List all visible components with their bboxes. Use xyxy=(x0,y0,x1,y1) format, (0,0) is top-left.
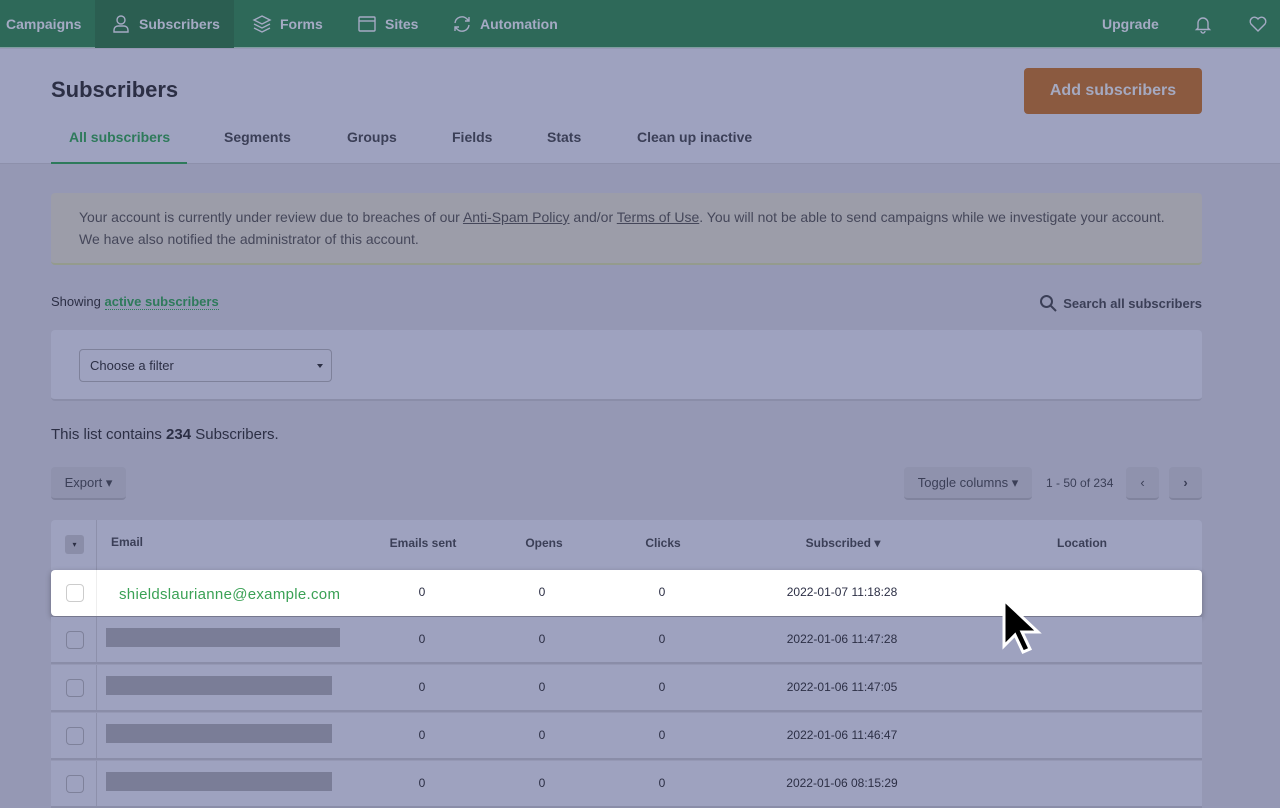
row-checkbox[interactable] xyxy=(66,679,84,697)
clicks-cell: 0 xyxy=(659,632,666,646)
emails-sent-cell: 0 xyxy=(419,632,426,646)
toggle-columns-button[interactable]: Toggle columns ▾ xyxy=(904,467,1032,500)
nav-campaigns[interactable]: Campaigns xyxy=(0,0,87,48)
anti-spam-policy-link[interactable]: Anti-Spam Policy xyxy=(463,209,570,225)
favorites-button[interactable] xyxy=(1242,0,1274,48)
refresh-icon xyxy=(452,14,472,34)
nav-automation[interactable]: Automation xyxy=(446,0,564,48)
col-subscribed[interactable]: Subscribed ▾ xyxy=(806,536,881,550)
subscribed-cell: 2022-01-06 11:46:47 xyxy=(787,728,898,742)
col-opens[interactable]: Opens xyxy=(525,536,562,550)
redacted-email xyxy=(106,676,332,695)
divider xyxy=(96,713,97,758)
row-checkbox[interactable] xyxy=(66,727,84,745)
tab-all-subscribers[interactable]: All subscribers xyxy=(69,129,170,145)
table-row[interactable]: 0 0 0 2022-01-06 08:15:29 xyxy=(51,761,1202,808)
tab-segments[interactable]: Segments xyxy=(224,129,291,145)
emails-sent-cell: 0 xyxy=(419,585,426,599)
opens-cell: 0 xyxy=(539,585,546,599)
user-icon xyxy=(111,14,131,34)
add-subscribers-button[interactable]: Add subscribers xyxy=(1024,68,1202,114)
subscribed-cell: 2022-01-06 11:47:28 xyxy=(787,632,898,646)
col-emails-sent[interactable]: Emails sent xyxy=(390,536,457,550)
opens-cell: 0 xyxy=(539,680,546,694)
search-icon xyxy=(1039,294,1057,312)
table-header: ▾ Email Emails sent Opens Clicks Subscri… xyxy=(51,520,1202,570)
row-checkbox[interactable] xyxy=(66,775,84,793)
nav-subscribers[interactable]: Subscribers xyxy=(95,0,234,48)
caret-down-icon xyxy=(317,364,323,368)
subscribed-cell: 2022-01-06 08:15:29 xyxy=(786,776,897,790)
pagination-info: 1 - 50 of 234 xyxy=(1046,476,1113,490)
table-row[interactable]: 0 0 0 2022-01-06 11:47:05 xyxy=(51,665,1202,712)
col-email[interactable]: Email xyxy=(111,535,143,549)
page-title: Subscribers xyxy=(51,77,178,103)
notifications-button[interactable] xyxy=(1187,0,1219,48)
browser-icon xyxy=(357,14,377,34)
next-page-button[interactable]: › xyxy=(1169,467,1202,500)
tab-groups[interactable]: Groups xyxy=(347,129,397,145)
chevron-left-icon: ‹ xyxy=(1140,475,1144,490)
tab-clean-up-inactive[interactable]: Clean up inactive xyxy=(637,129,752,145)
divider xyxy=(96,617,97,662)
col-location[interactable]: Location xyxy=(1057,536,1107,550)
tab-stats[interactable]: Stats xyxy=(547,129,581,145)
redacted-email xyxy=(106,724,332,743)
divider xyxy=(96,665,97,710)
table-row[interactable]: 0 0 0 2022-01-06 11:46:47 xyxy=(51,713,1202,760)
filter-panel: Choose a filter xyxy=(51,330,1202,401)
prev-page-button[interactable]: ‹ xyxy=(1126,467,1159,500)
active-subscribers-link[interactable]: active subscribers xyxy=(105,294,219,310)
row-checkbox[interactable] xyxy=(66,584,84,602)
nav-forms[interactable]: Forms xyxy=(246,0,329,48)
active-tab-indicator xyxy=(51,162,187,164)
col-clicks[interactable]: Clicks xyxy=(645,536,680,550)
tab-fields[interactable]: Fields xyxy=(452,129,492,145)
redacted-email xyxy=(106,628,340,647)
divider xyxy=(96,570,97,616)
opens-cell: 0 xyxy=(539,728,546,742)
clicks-cell: 0 xyxy=(659,585,666,599)
showing-label: Showing active subscribers xyxy=(51,294,219,309)
subscribed-cell: 2022-01-06 11:47:05 xyxy=(787,680,898,694)
terms-of-use-link[interactable]: Terms of Use xyxy=(617,209,699,225)
export-button[interactable]: Export ▾ xyxy=(51,467,126,500)
clicks-cell: 0 xyxy=(659,680,666,694)
row-checkbox[interactable] xyxy=(66,631,84,649)
clicks-cell: 0 xyxy=(659,728,666,742)
opens-cell: 0 xyxy=(539,632,546,646)
opens-cell: 0 xyxy=(539,776,546,790)
subscribed-cell: 2022-01-07 11:18:28 xyxy=(787,585,898,599)
chevron-right-icon: › xyxy=(1183,475,1187,490)
top-nav: Campaigns Subscribers Forms Sites Automa… xyxy=(0,0,1280,48)
emails-sent-cell: 0 xyxy=(419,680,426,694)
account-review-alert: Your account is currently under review d… xyxy=(51,193,1202,265)
heart-icon xyxy=(1248,14,1268,34)
filter-select[interactable]: Choose a filter xyxy=(79,349,332,382)
redacted-email xyxy=(106,772,332,791)
emails-sent-cell: 0 xyxy=(419,776,426,790)
search-all-subscribers[interactable]: Search all subscribers xyxy=(1039,294,1202,312)
nav-sites[interactable]: Sites xyxy=(351,0,424,48)
clicks-cell: 0 xyxy=(659,776,666,790)
divider xyxy=(96,761,97,806)
upgrade-link[interactable]: Upgrade xyxy=(1096,0,1165,48)
layers-icon xyxy=(252,14,272,34)
subscriber-email[interactable]: shieldslaurianne@example.com xyxy=(119,586,340,603)
bell-icon xyxy=(1193,14,1213,34)
bulk-select-dropdown[interactable]: ▾ xyxy=(65,535,84,554)
divider xyxy=(96,520,97,570)
mouse-cursor-icon xyxy=(1002,598,1044,654)
subscriber-count: This list contains 234 Subscribers. xyxy=(51,426,279,443)
emails-sent-cell: 0 xyxy=(419,728,426,742)
